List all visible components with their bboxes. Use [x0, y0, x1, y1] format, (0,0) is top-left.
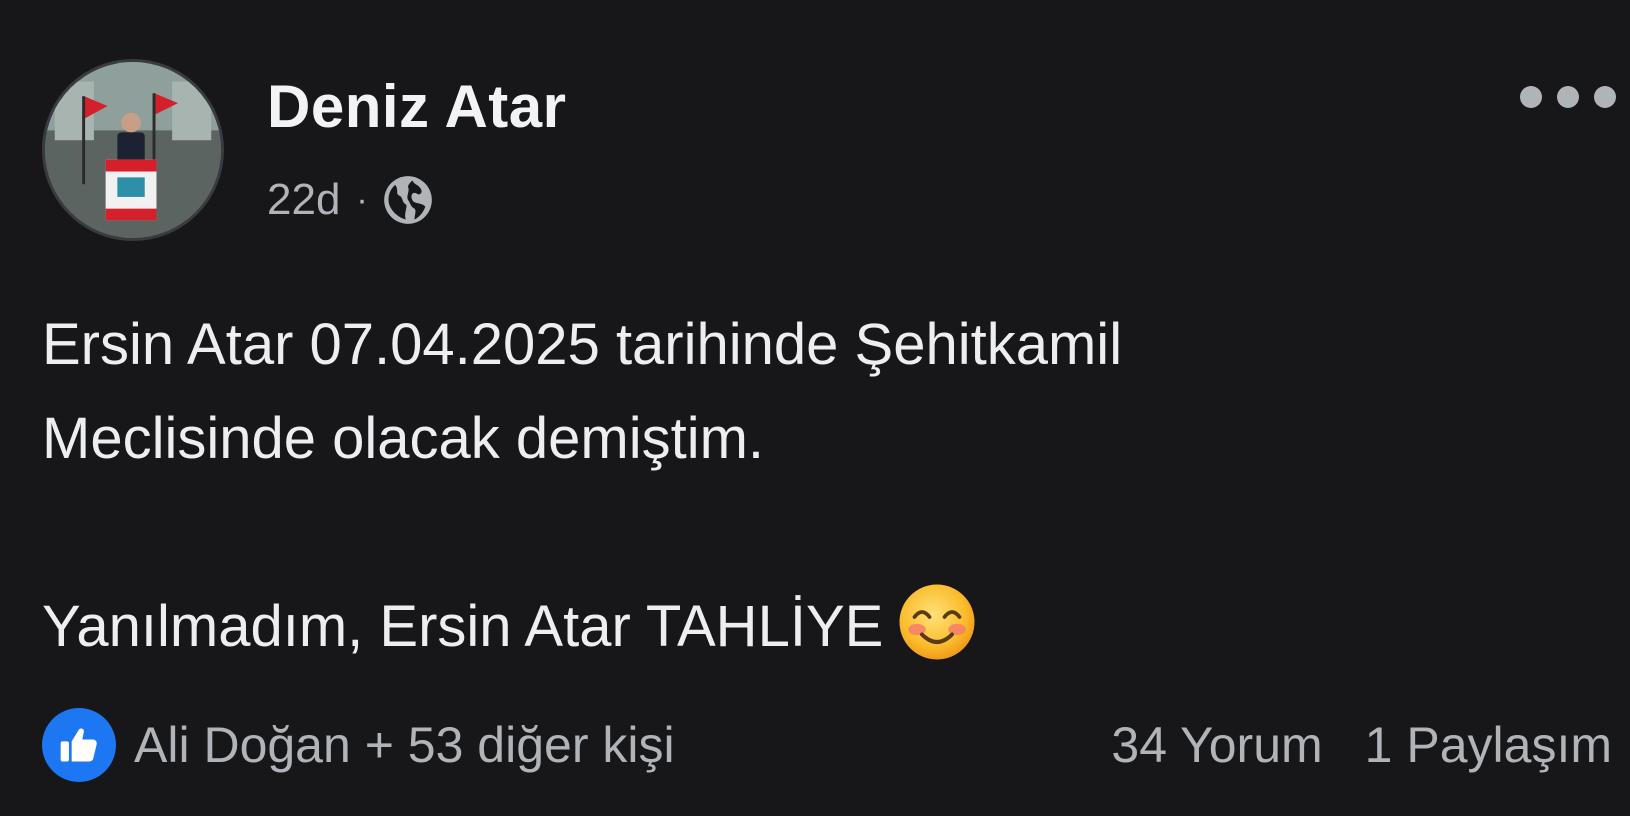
author-name[interactable]: Deniz Atar: [267, 72, 567, 141]
post-card: Deniz Atar 22d · Ersin Atar 07.04.2025 t…: [0, 0, 1630, 816]
reactions-text: Ali Doğan + 53 diğer kişi: [134, 717, 675, 773]
author-avatar[interactable]: [42, 59, 224, 241]
meta-separator: ·: [356, 180, 368, 219]
avatar-image: [45, 62, 221, 238]
globe-icon[interactable]: [382, 174, 434, 226]
comments-count[interactable]: 34 Yorum: [1111, 716, 1322, 774]
post-body: Ersin Atar 07.04.2025 tarihinde Şehitkam…: [42, 298, 1602, 674]
more-options-icon[interactable]: [1520, 82, 1616, 112]
reactions-summary[interactable]: Ali Doğan + 53 diğer kişi: [42, 706, 675, 784]
post-meta: 22d ·: [267, 172, 434, 228]
post-text-line: Yanılmadım, Ersin Atar TAHLİYE: [42, 580, 1602, 674]
post-text-line: Ersin Atar 07.04.2025 tarihinde Şehitkam…: [42, 312, 1123, 377]
more-dot: [1520, 86, 1542, 108]
shares-count[interactable]: 1 Paylaşım: [1365, 716, 1612, 774]
post-text-line-content: Yanılmadım, Ersin Atar TAHLİYE: [42, 594, 884, 659]
more-dot: [1557, 86, 1579, 108]
smiling-face-icon: [897, 582, 977, 662]
engagement-counts: 34 Yorum 1 Paylaşım: [1111, 706, 1612, 784]
like-icon: [42, 708, 116, 782]
more-dot: [1594, 86, 1616, 108]
post-text-line: Meclisinde olacak demiştim.: [42, 406, 765, 471]
post-time[interactable]: 22d: [267, 175, 340, 225]
